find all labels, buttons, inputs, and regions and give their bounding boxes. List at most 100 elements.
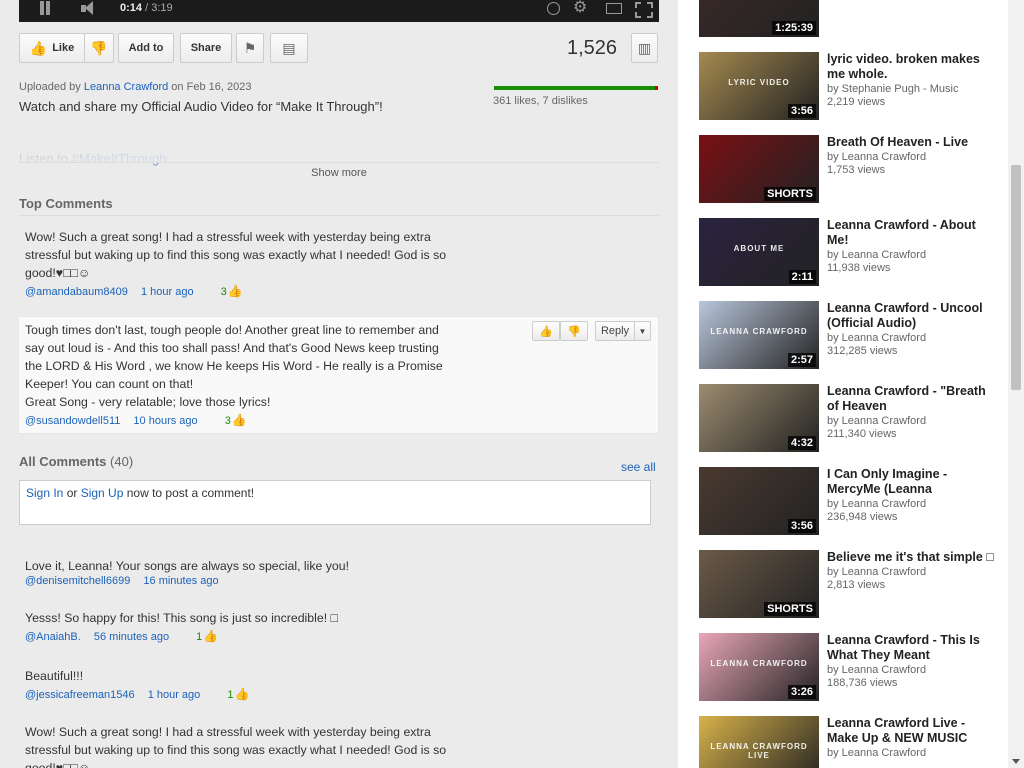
related-video-item[interactable]: 1:25:39by Love Music422,808 views: [699, 0, 999, 37]
comment-votes: 3: [224, 415, 231, 427]
comment-signin-box: Sign In or Sign Up now to post a comment…: [19, 480, 651, 525]
reply-button[interactable]: Reply: [595, 321, 635, 341]
related-video-item[interactable]: 3:56 I Can Only Imagine - MercyMe (Leanna…: [699, 467, 999, 535]
or-label: or: [63, 486, 81, 500]
video-thumbnail[interactable]: LYRIC VIDEO 3:56: [699, 52, 819, 120]
flag-button[interactable]: ⚑: [236, 33, 264, 63]
video-info: Leanna Crawford - Uncool (Official Audio…: [827, 301, 997, 357]
volume-icon[interactable]: [81, 1, 99, 17]
related-video-item[interactable]: 4:32 Leanna Crawford - "Breath of Heaven b…: [699, 384, 999, 452]
top-comments-title: Top Comments: [19, 196, 113, 211]
comment: Wow! Such a great song! I had a stressfu…: [19, 228, 659, 298]
video-channel: by Leanna Crawford: [827, 566, 927, 578]
video-title[interactable]: Breath Of Heaven - Live: [827, 135, 997, 150]
video-thumbnail[interactable]: ABOUT ME 2:11: [699, 218, 819, 286]
comment: Wow! Such a great song! I had a stressfu…: [19, 723, 659, 768]
sign-up-link[interactable]: Sign Up: [81, 486, 124, 500]
dislike-button[interactable]: 👎: [84, 33, 114, 63]
fullscreen-icon[interactable]: [635, 1, 653, 18]
share-button[interactable]: Share: [180, 33, 232, 63]
video-thumbnail[interactable]: 4:32: [699, 384, 819, 452]
video-info: lyric video. broken makes me whole. by St…: [827, 52, 997, 108]
uploader-link[interactable]: Leanna Crawford: [84, 81, 168, 93]
related-video-item[interactable]: LEANNA CRAWFORD LIVE Leanna Crawford Live…: [699, 716, 999, 768]
comment-menu-button[interactable]: ▼: [634, 321, 651, 341]
related-video-item[interactable]: LEANNA CRAWFORD 2:57 Leanna Crawford - Unc…: [699, 301, 999, 369]
comment-votes: 3: [220, 286, 227, 298]
comment-time[interactable]: 16 minutes ago: [143, 575, 218, 587]
show-more-button[interactable]: Show more: [19, 162, 659, 183]
comment-time[interactable]: 10 hours ago: [133, 415, 197, 427]
gear-icon[interactable]: ⚙: [573, 0, 589, 17]
comment-text: Love it, Leanna! Your songs are always s…: [25, 559, 350, 573]
video-info: Leanna Crawford Live - Make Up & NEW MUS…: [827, 716, 997, 760]
video-title[interactable]: Leanna Crawford - "Breath of Heaven: [827, 384, 997, 414]
thumbs-up-icon: 👍: [227, 284, 243, 298]
related-video-item[interactable]: LYRIC VIDEO 3:56 lyric video. broken makes…: [699, 52, 999, 120]
uploaded-by-label: Uploaded by: [19, 81, 81, 93]
thumbnail-caption: LYRIC VIDEO: [728, 78, 790, 87]
thumbs-up-icon: 👍: [203, 629, 219, 643]
scroll-down-arrow-icon[interactable]: [1012, 759, 1020, 764]
video-channel: by Leanna Crawford: [827, 664, 927, 676]
comment-meta: @jessicafreeman1546 1 hour ago 1👍: [25, 687, 653, 701]
transcript-icon: ▤: [282, 39, 296, 56]
video-views: 188,736 views: [827, 677, 898, 689]
related-video-item[interactable]: LEANNA CRAWFORD 3:26 Leanna Crawford - Thi…: [699, 633, 999, 701]
video-channel: by Leanna Crawford: [827, 332, 927, 344]
comment-time[interactable]: 1 hour ago: [148, 689, 201, 701]
related-video-item[interactable]: SHORTS Believe me it's that simple □ by Le…: [699, 550, 999, 618]
video-duration: 4:32: [787, 436, 816, 450]
comment-author[interactable]: @denisemitchell6699: [25, 575, 130, 587]
thumbs-up-icon: 👍: [539, 325, 553, 338]
video-channel: by Leanna Crawford: [827, 498, 927, 510]
thumbs-up-icon: 👍: [231, 413, 247, 427]
video-duration: 3:26: [787, 685, 816, 699]
related-video-item[interactable]: ABOUT ME 2:11 Leanna Crawford - About Me! b…: [699, 218, 999, 286]
video-thumbnail[interactable]: SHORTS: [699, 550, 819, 618]
theater-mode-icon[interactable]: [606, 1, 622, 17]
comment-author[interactable]: @jessicafreeman1546: [25, 689, 135, 701]
video-thumbnail[interactable]: 3:56: [699, 467, 819, 535]
comment-upvote-button[interactable]: 👍: [532, 321, 560, 341]
comment-text: Wow! Such a great song! I had a stressfu…: [25, 725, 447, 768]
comment-time[interactable]: 56 minutes ago: [94, 631, 169, 643]
video-info: I Can Only Imagine - MercyMe (Leanna by L…: [827, 467, 997, 523]
video-thumbnail[interactable]: LEANNA CRAWFORD 3:26: [699, 633, 819, 701]
stats-button[interactable]: ▥: [631, 33, 658, 63]
scrollbar-thumb[interactable]: [1011, 165, 1021, 390]
video-thumbnail[interactable]: SHORTS: [699, 135, 819, 203]
sign-in-link[interactable]: Sign In: [26, 486, 63, 500]
video-title[interactable]: Leanna Crawford - About Me!: [827, 218, 997, 248]
add-to-button[interactable]: Add to: [118, 33, 174, 63]
comment: Yesss! So happy for this! This song is j…: [19, 609, 659, 643]
related-video-item[interactable]: SHORTS Breath Of Heaven - Live by Leanna C…: [699, 135, 999, 203]
comment-author[interactable]: @amandabaum8409: [25, 286, 128, 298]
description-fade: [0, 112, 678, 162]
transcript-button[interactable]: ▤: [270, 33, 308, 63]
video-thumbnail[interactable]: 1:25:39: [699, 0, 819, 37]
comment-votes: 1: [196, 631, 203, 643]
like-button[interactable]: 👍 Like: [19, 33, 85, 63]
video-channel: by Stephanie Pugh - Music: [827, 83, 959, 95]
comment-author[interactable]: @AnaiahB.: [25, 631, 81, 643]
upload-info: Uploaded by Leanna Crawford on Feb 16, 2…: [19, 81, 251, 93]
see-all-link[interactable]: see all: [621, 460, 656, 474]
watch-later-icon[interactable]: [547, 1, 561, 17]
video-title[interactable]: I Can Only Imagine - MercyMe (Leanna: [827, 467, 997, 497]
share-label: Share: [190, 42, 222, 54]
pause-icon[interactable]: [39, 1, 51, 17]
comment-author[interactable]: @susandowdell511: [25, 415, 120, 427]
video-title[interactable]: Leanna Crawford - Uncool (Official Audio…: [827, 301, 997, 331]
video-thumbnail[interactable]: LEANNA CRAWFORD 2:57: [699, 301, 819, 369]
video-title[interactable]: lyric video. broken makes me whole.: [827, 52, 997, 82]
video-views: 1,753 views: [827, 164, 886, 176]
comment-downvote-button[interactable]: 👎: [560, 321, 588, 341]
comment-time[interactable]: 1 hour ago: [141, 286, 194, 298]
video-title[interactable]: Believe me it's that simple □: [827, 550, 997, 565]
video-thumbnail[interactable]: LEANNA CRAWFORD LIVE: [699, 716, 819, 768]
video-channel: by Leanna Crawford: [827, 415, 927, 427]
page-scrollbar[interactable]: [1008, 0, 1024, 768]
video-title[interactable]: Leanna Crawford - This Is What They Mean…: [827, 633, 997, 663]
video-title[interactable]: Leanna Crawford Live - Make Up & NEW MUS…: [827, 716, 997, 746]
